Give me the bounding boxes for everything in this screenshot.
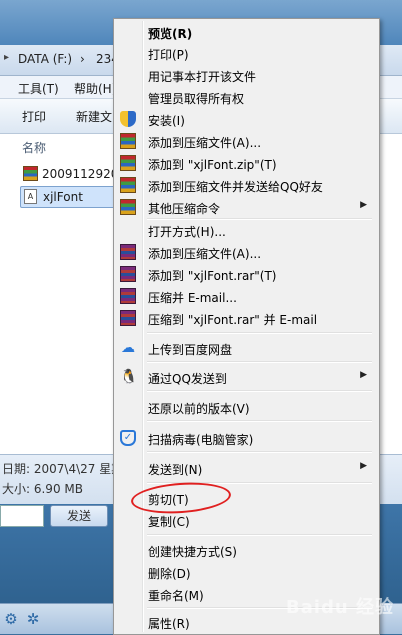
menu-item-delete[interactable]: 删除(D) bbox=[116, 561, 375, 583]
menu-item-label: 通过QQ发送到 bbox=[148, 372, 227, 386]
menu-item-install[interactable]: 安装(I) bbox=[116, 108, 375, 130]
context-menu: 预览(R) 打印(P) 用记事本打开该文件 管理员取得所有权 安装(I) 添加到… bbox=[113, 18, 380, 635]
menu-item-add-archive-zip[interactable]: 添加到压缩文件(A)... bbox=[116, 130, 375, 152]
submenu-arrow-icon: ▶ bbox=[360, 461, 367, 471]
address-segment-drive[interactable]: DATA (F:) bbox=[18, 52, 72, 66]
menu-item-scan-virus[interactable]: ✓ 扫描病毒(电脑管家) bbox=[116, 427, 375, 449]
menu-item-restore-versions[interactable]: 还原以前的版本(V) bbox=[116, 396, 375, 418]
submenu-arrow-icon: ▶ bbox=[360, 370, 367, 380]
zip-icon bbox=[120, 133, 136, 149]
file-date: 日期: 2007\4\27 星期 bbox=[2, 462, 124, 476]
menu-item-label: 预览(R) bbox=[148, 27, 193, 41]
qq-icon: 🐧 bbox=[120, 369, 138, 385]
zip-icon bbox=[120, 155, 136, 171]
zip-icon bbox=[120, 199, 136, 215]
menu-item-label: 添加到 "xjlFont.rar"(T) bbox=[148, 269, 277, 283]
menu-item-label: 其他压缩命令 bbox=[148, 202, 221, 216]
menu-separator bbox=[147, 390, 372, 392]
menu-item-label: 添加到压缩文件(A)... bbox=[148, 136, 262, 150]
menu-item-label: 复制(C) bbox=[148, 515, 190, 529]
rar-icon bbox=[120, 266, 136, 282]
menu-item-upload-baidu[interactable]: ☁ 上传到百度网盘 bbox=[116, 337, 375, 359]
menu-item-add-to-rar[interactable]: 添加到 "xjlFont.rar"(T) bbox=[116, 263, 375, 285]
print-button[interactable]: 打印 bbox=[22, 108, 46, 125]
menu-item-label: 发送到(N) bbox=[148, 463, 203, 477]
message-input[interactable] bbox=[0, 505, 44, 527]
submenu-arrow-icon: ▶ bbox=[360, 200, 367, 210]
rar-icon bbox=[120, 244, 136, 260]
menu-item-send-to[interactable]: 发送到(N) ▶ bbox=[116, 457, 375, 479]
menu-item-label: 添加到压缩文件并发送给QQ好友 bbox=[148, 180, 323, 194]
menu-item-label: 上传到百度网盘 bbox=[148, 343, 233, 357]
file-item[interactable]: 2009112920 bbox=[20, 164, 120, 184]
menu-help[interactable]: 帮助(H) bbox=[74, 80, 116, 97]
address-expand-icon[interactable]: ▸ bbox=[4, 52, 9, 63]
address-separator[interactable]: › bbox=[80, 52, 85, 66]
menu-separator bbox=[147, 361, 372, 363]
menu-item-compress-to-rar-email[interactable]: 压缩到 "xjlFont.rar" 并 E-mail bbox=[116, 307, 375, 329]
menu-item-add-archive-rar[interactable]: 添加到压缩文件(A)... bbox=[116, 241, 375, 263]
rar-icon bbox=[120, 288, 136, 304]
baidu-cloud-icon: ☁ bbox=[121, 340, 135, 356]
zip-archive-icon bbox=[23, 166, 38, 181]
menu-item-take-ownership[interactable]: 管理员取得所有权 bbox=[116, 86, 375, 108]
menu-separator bbox=[147, 420, 372, 422]
zip-icon bbox=[120, 177, 136, 193]
menu-item-open-with[interactable]: 打开方式(H)... bbox=[116, 219, 375, 241]
menu-item-label: 压缩到 "xjlFont.rar" 并 E-mail bbox=[148, 313, 318, 327]
menu-item-label: 重命名(M) bbox=[148, 589, 204, 603]
menu-separator bbox=[147, 451, 372, 453]
file-name: xjlFont bbox=[43, 190, 83, 204]
menu-item-label: 添加到 "xjlFont.zip"(T) bbox=[148, 158, 277, 172]
column-header-name[interactable]: 名称 bbox=[22, 139, 46, 156]
pc-manager-shield-icon: ✓ bbox=[120, 430, 136, 446]
menu-item-label: 属性(R) bbox=[148, 617, 190, 631]
file-item-selected[interactable]: A xjlFont bbox=[20, 186, 122, 208]
baidu-watermark: Baidu 经验 bbox=[285, 597, 394, 618]
menu-separator bbox=[147, 332, 372, 334]
uac-shield-icon bbox=[120, 111, 136, 127]
menu-item-label: 安装(I) bbox=[148, 114, 185, 128]
menu-item-print[interactable]: 打印(P) bbox=[116, 42, 375, 64]
send-button[interactable]: 发送 bbox=[50, 505, 108, 527]
text-file-icon: A bbox=[24, 189, 37, 204]
file-size: 大小: 6.90 MB bbox=[2, 482, 83, 496]
menu-item-label: 创建快捷方式(S) bbox=[148, 545, 237, 559]
menu-item-label: 打开方式(H)... bbox=[148, 225, 226, 239]
gear-icon[interactable]: ✲ bbox=[24, 610, 42, 628]
menu-item-create-shortcut[interactable]: 创建快捷方式(S) bbox=[116, 539, 375, 561]
menu-item-label: 用记事本打开该文件 bbox=[148, 70, 257, 84]
menu-item-preview[interactable]: 预览(R) bbox=[116, 21, 375, 43]
menu-item-compress-email[interactable]: 压缩并 E-mail... bbox=[116, 285, 375, 307]
settings-icon[interactable]: ⚙ bbox=[2, 610, 20, 628]
menu-item-label: 扫描病毒(电脑管家) bbox=[148, 433, 254, 447]
menu-tools[interactable]: 工具(T) bbox=[18, 80, 59, 97]
new-folder-button[interactable]: 新建文 bbox=[76, 108, 112, 125]
menu-item-label: 还原以前的版本(V) bbox=[148, 402, 250, 416]
menu-item-send-via-qq[interactable]: 🐧 通过QQ发送到 ▶ bbox=[116, 366, 375, 388]
menu-item-label: 压缩并 E-mail... bbox=[148, 291, 237, 305]
rar-icon bbox=[120, 310, 136, 326]
menu-item-add-to-zip[interactable]: 添加到 "xjlFont.zip"(T) bbox=[116, 152, 375, 174]
menu-item-other-compress[interactable]: 其他压缩命令 ▶ bbox=[116, 196, 375, 218]
menu-item-label: 添加到压缩文件(A)... bbox=[148, 247, 262, 261]
menu-item-label: 删除(D) bbox=[148, 567, 191, 581]
menu-separator bbox=[147, 534, 372, 536]
file-name: 2009112920 bbox=[42, 167, 119, 181]
menu-item-label: 管理员取得所有权 bbox=[148, 92, 245, 106]
menu-item-zip-send-qq[interactable]: 添加到压缩文件并发送给QQ好友 bbox=[116, 174, 375, 196]
menu-item-open-notepad[interactable]: 用记事本打开该文件 bbox=[116, 64, 375, 86]
menu-item-label: 打印(P) bbox=[148, 48, 189, 62]
